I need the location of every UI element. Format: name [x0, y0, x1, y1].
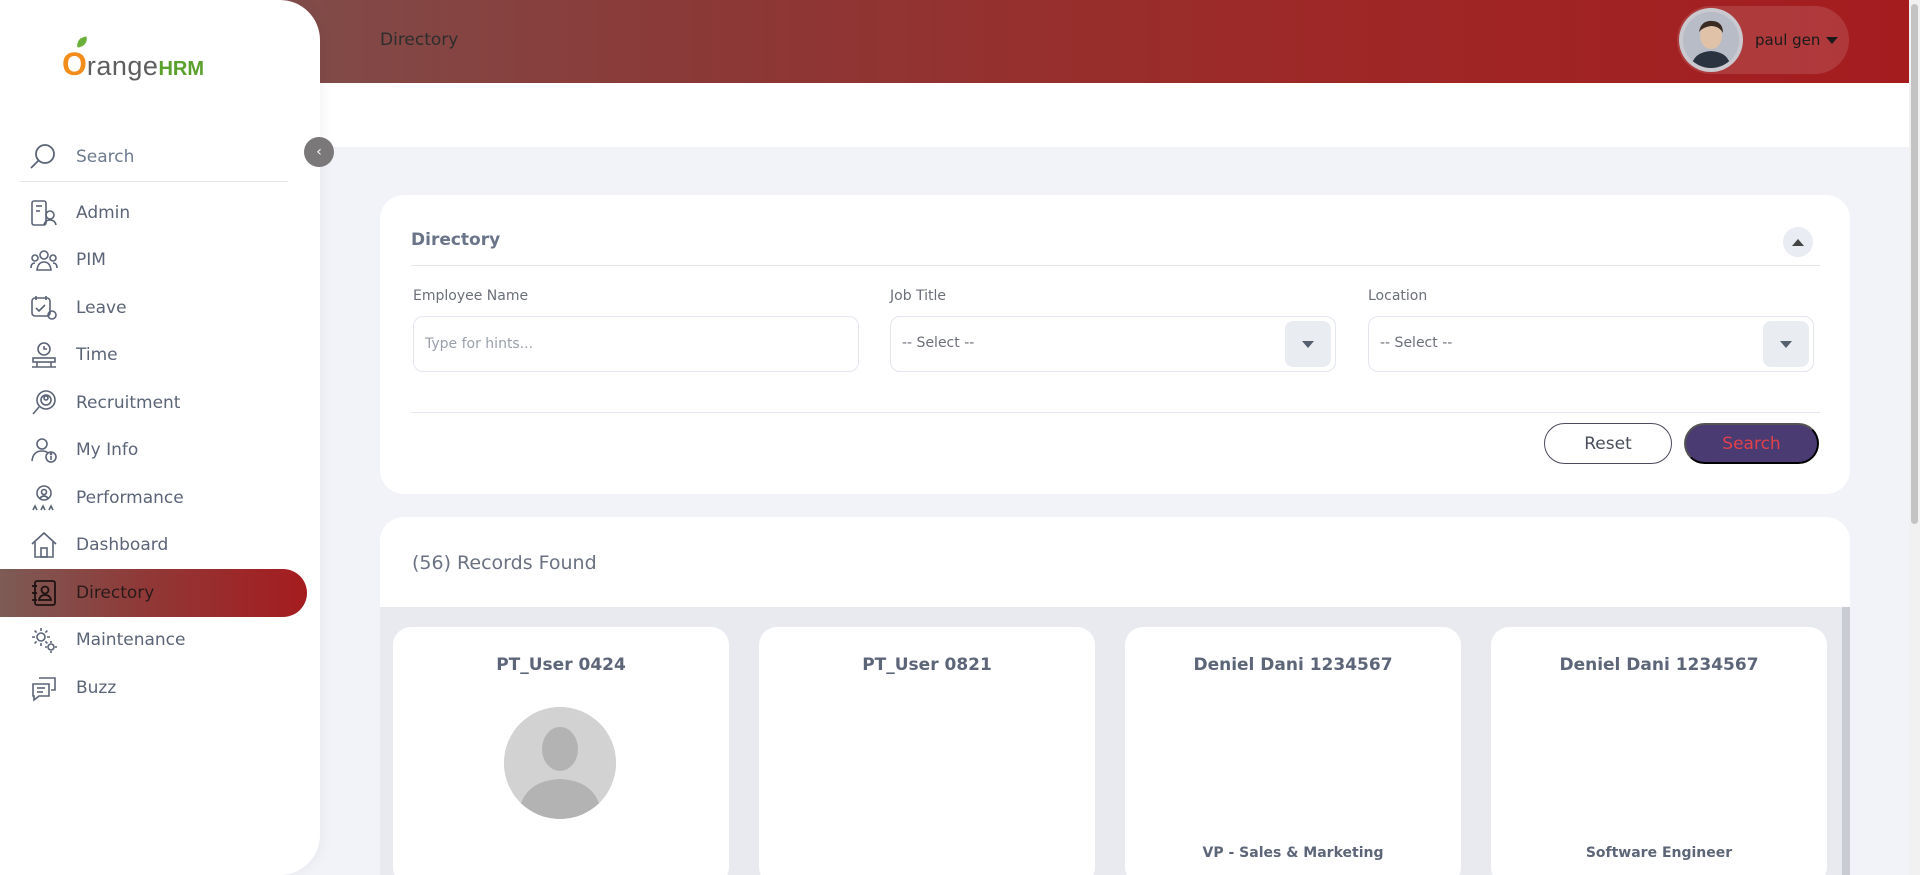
sidebar-item-maintenance[interactable]: Maintenance: [0, 617, 310, 665]
leave-icon: [30, 294, 58, 322]
location-label: Location: [1368, 288, 1428, 304]
employee-card[interactable]: Deniel Dani 1234567 VP - Sales & Marketi…: [1125, 627, 1461, 875]
pim-icon: [30, 246, 58, 274]
directory-filter-card: Directory Employee Name Job Title -- Sel…: [380, 195, 1850, 494]
location-select[interactable]: -- Select --: [1368, 316, 1814, 372]
logo[interactable]: Orange HRM: [62, 36, 204, 80]
sidebar-item-time[interactable]: Time: [0, 332, 310, 380]
sidebar-item-label: Time: [76, 345, 118, 366]
collapse-sidebar-button[interactable]: ‹: [304, 137, 334, 167]
sidebar-item-label: Maintenance: [76, 630, 186, 651]
job-title-select[interactable]: -- Select --: [890, 316, 1336, 372]
employee-name: PT_User 0424: [496, 655, 626, 675]
collapse-filter-button[interactable]: [1783, 227, 1813, 257]
employee-name-label: Employee Name: [413, 288, 529, 304]
sidebar: Orange HRM Search ‹ Admin PIM Leave Time…: [0, 0, 334, 875]
time-icon: [30, 341, 58, 369]
employee-card[interactable]: PT_User 0424: [393, 627, 729, 875]
dropdown-toggle[interactable]: [1763, 321, 1809, 367]
sidebar-item-buzz[interactable]: Buzz: [0, 664, 310, 712]
sidebar-item-performance[interactable]: Performance: [0, 474, 310, 522]
sidebar-item-admin[interactable]: Admin: [0, 189, 310, 237]
page-scrollbar[interactable]: [1909, 0, 1920, 875]
search-icon: [30, 144, 55, 169]
sidebar-item-label: Dashboard: [76, 535, 169, 556]
employee-name: Deniel Dani 1234567: [1193, 655, 1393, 675]
buzz-icon: [30, 674, 58, 702]
admin-icon: [30, 199, 58, 227]
job-title-value: -- Select --: [902, 335, 975, 351]
divider: [411, 412, 1820, 413]
employee-name: PT_User 0821: [862, 655, 992, 675]
sidebar-search-label: Search: [76, 146, 135, 167]
caret-down-icon: [1302, 340, 1314, 348]
dropdown-toggle[interactable]: [1285, 321, 1331, 367]
records-found-count: (56) Records Found: [412, 552, 597, 574]
employee-job-title: VP - Sales & Marketing: [1202, 845, 1384, 861]
maintenance-icon: [30, 626, 58, 654]
avatar: [1683, 12, 1739, 68]
filter-title: Directory: [411, 230, 501, 250]
results-scrollbar[interactable]: [1842, 607, 1850, 875]
sidebar-item-label: Recruitment: [76, 392, 181, 413]
sidebar-item-label: Directory: [76, 582, 155, 603]
employee-card[interactable]: PT_User 0821: [759, 627, 1095, 875]
sidebar-item-directory[interactable]: Directory: [0, 569, 307, 617]
avatar-ring: [1679, 8, 1743, 72]
dashboard-icon: [30, 531, 58, 559]
divider: [411, 265, 1820, 266]
employee-grid: PT_User 0424 PT_User 0821 Deniel Dani 12…: [380, 607, 1850, 875]
performance-icon: [30, 484, 58, 512]
search-button[interactable]: Search: [1684, 423, 1819, 464]
sidebar-item-my-info[interactable]: My Info: [0, 427, 310, 475]
page-title: Directory: [380, 30, 459, 50]
sidebar-item-dashboard[interactable]: Dashboard: [0, 522, 310, 570]
employee-name: Deniel Dani 1234567: [1559, 655, 1759, 675]
employee-photo: [504, 707, 616, 819]
sidebar-item-label: PIM: [76, 250, 106, 271]
caret-down-icon: [1780, 340, 1792, 348]
chevron-left-icon: ‹: [316, 144, 322, 160]
results-card: (56) Records Found PT_User 0424 PT_User …: [380, 517, 1850, 875]
user-name: paul gen: [1755, 31, 1821, 49]
sidebar-item-label: Leave: [76, 297, 127, 318]
reset-button[interactable]: Reset: [1544, 423, 1672, 464]
sidebar-item-recruitment[interactable]: Recruitment: [0, 379, 310, 427]
job-title-label: Job Title: [890, 288, 947, 304]
location-value: -- Select --: [1380, 335, 1453, 351]
my-info-icon: [30, 436, 58, 464]
sidebar-item-label: My Info: [76, 440, 139, 461]
sidebar-item-label: Performance: [76, 487, 184, 508]
scrollbar-thumb[interactable]: [1911, 4, 1918, 524]
employee-job-title: Software Engineer: [1585, 845, 1733, 861]
directory-icon: [30, 579, 58, 607]
recruitment-icon: [30, 389, 58, 417]
logo-leaf: [74, 36, 90, 48]
employee-card[interactable]: Deniel Dani 1234567 Software Engineer: [1491, 627, 1827, 875]
employee-name-input[interactable]: [413, 316, 859, 372]
caret-down-icon: [1826, 36, 1839, 44]
sidebar-item-label: Admin: [76, 202, 131, 223]
sidebar-item-label: Buzz: [76, 677, 117, 698]
caret-up-icon: [1792, 238, 1804, 246]
sidebar-menu: Admin PIM Leave Time Recruitment My Info…: [0, 189, 310, 712]
user-profile-menu[interactable]: paul gen: [1677, 6, 1849, 74]
sidebar-search[interactable]: Search: [20, 132, 288, 182]
sidebar-item-pim[interactable]: PIM: [0, 237, 310, 285]
sidebar-item-leave[interactable]: Leave: [0, 284, 310, 332]
